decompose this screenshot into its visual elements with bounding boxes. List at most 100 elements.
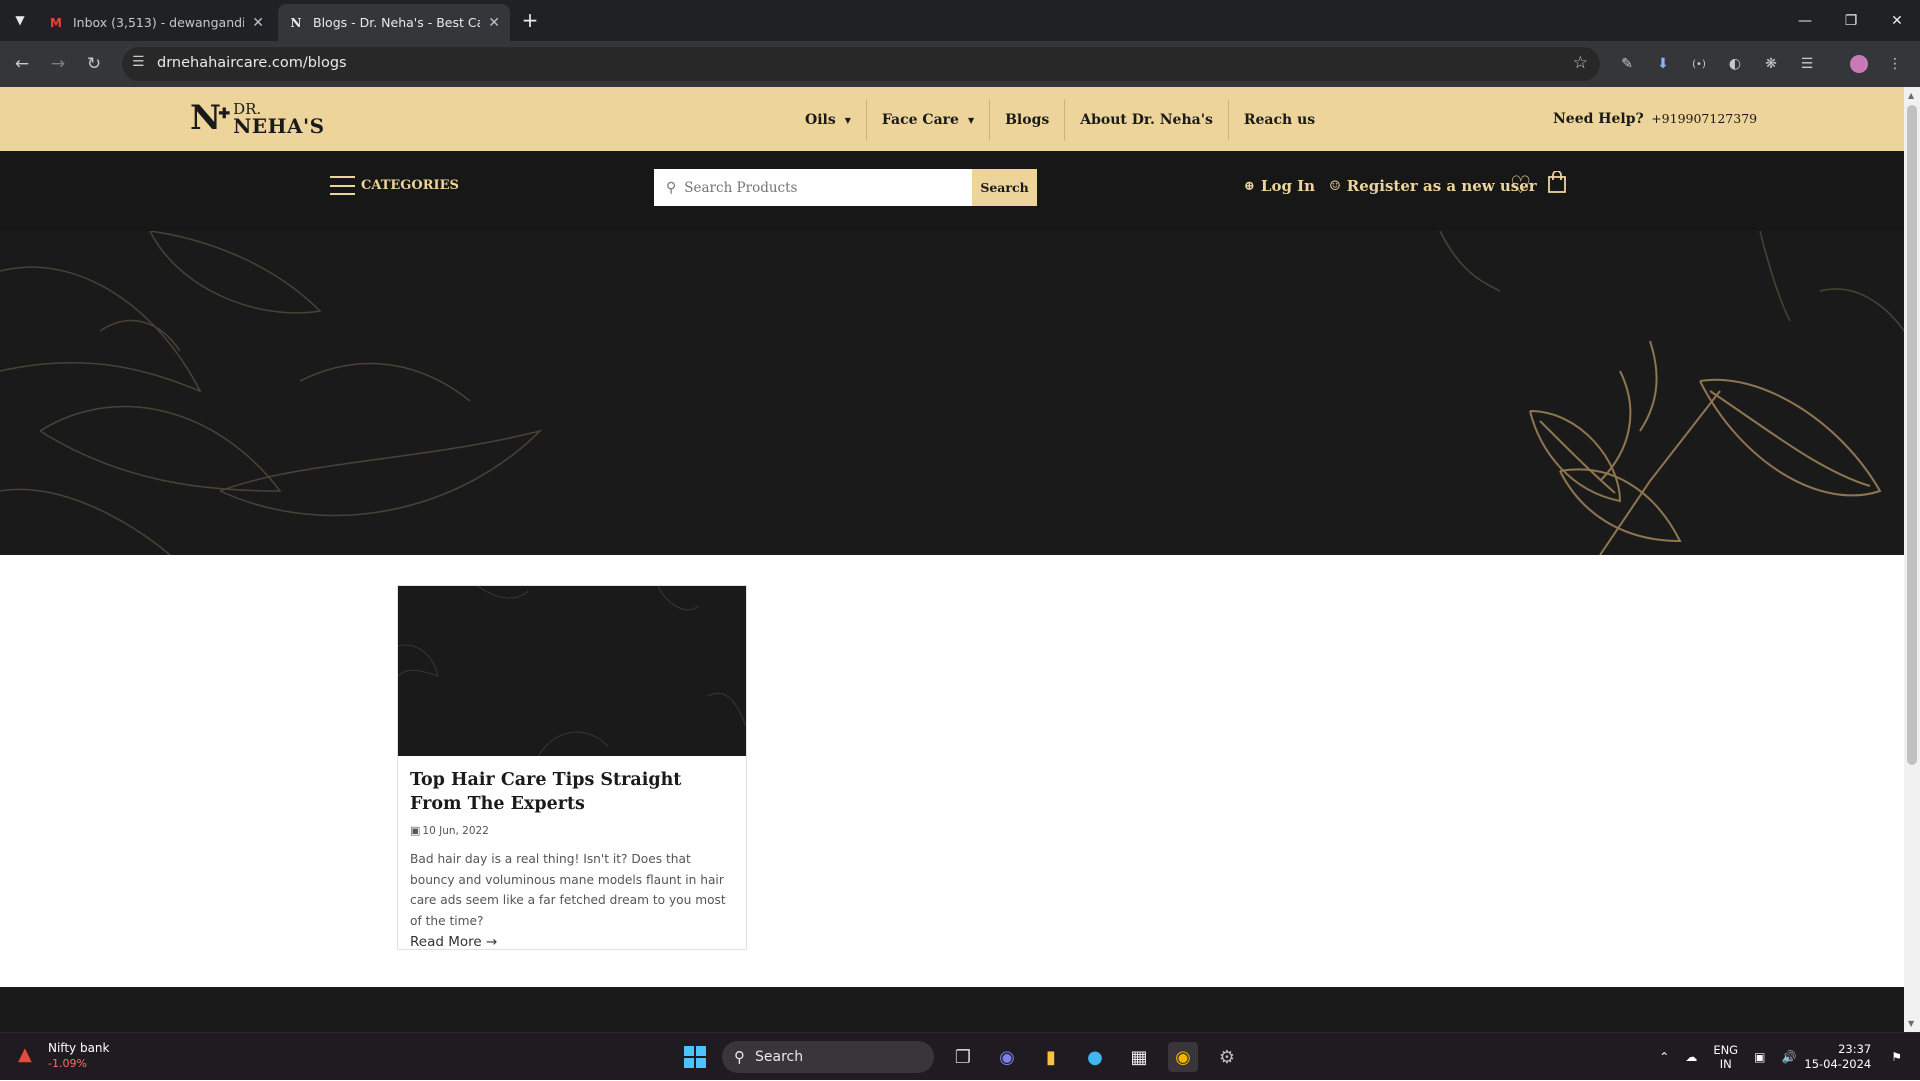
nav-about[interactable]: About Dr. Neha's [1065,99,1229,141]
login-icon: ⊕ [1244,178,1255,194]
microsoft-store-icon[interactable]: ▦ [1124,1042,1154,1072]
logo-mark: N ✚ [190,98,231,138]
url-text[interactable]: drnehahaircare.com/blogs [157,55,347,71]
caret-down-icon: ▼ [844,115,851,125]
top-header: N ✚ DR. NEHA'S Oils ▼ Face Care ▼ Blogs Abo… [0,87,1904,151]
caret-down-icon: ▼ [967,115,975,125]
start-windows-icon[interactable] [680,1042,710,1072]
dark-mode-extension-icon[interactable]: ◐ [1724,53,1746,75]
read-more-link[interactable]: Read More → [410,934,497,950]
widget-name: Nifty bank [48,1041,110,1055]
scrollbar-thumb[interactable] [1907,105,1917,765]
bookmark-star-icon[interactable]: ☆ [1573,53,1588,73]
taskbar-search-label: Search [755,1049,804,1065]
need-help-label: Need Help? [1553,111,1644,127]
drneha-icon: N [290,15,302,30]
footer [0,987,1904,1032]
product-search: ⚲ Search [654,169,1037,206]
download-extension-icon[interactable]: ⬇ [1652,53,1674,75]
tab-blogs[interactable]: N Blogs - Dr. Neha's - Best Care P ✕ [278,4,510,41]
stock-widget[interactable]: ▲ Nifty bank -1.09% [18,1041,109,1071]
tab-gmail[interactable]: M Inbox (3,513) - dewangandipen ✕ [38,4,274,41]
clock[interactable]: 23:37 15-04-2024 [1804,1042,1871,1072]
categories-label: CATEGORIES [361,178,459,193]
categories-menu-button[interactable]: CATEGORIES [330,176,459,195]
blog-list: Top Hair Care Tips Straight From The Exp… [0,555,1904,1032]
back-button[interactable]: ← [8,50,36,78]
register-link[interactable]: Register as a new user [1347,177,1537,195]
new-tab-button[interactable]: + [516,6,544,34]
search-icon: ⚲ [666,179,677,196]
tab-search-button[interactable]: ▼ [6,6,34,34]
hero-banner [0,231,1904,555]
settings-extension-icon[interactable]: ❋ [1760,53,1782,75]
profile-avatar[interactable] [1850,55,1868,73]
stock-chart-icon: ▲ [18,1044,32,1065]
windows-taskbar: ▲ Nifty bank -1.09% ⚲ Search ❐ ◉ ▮ ● ▦ ◉… [0,1032,1920,1080]
chrome-icon[interactable]: ◉ [1168,1042,1198,1072]
tab-title: Blogs - Dr. Neha's - Best Care P [313,15,480,30]
blog-card[interactable]: Top Hair Care Tips Straight From The Exp… [397,585,747,950]
address-bar[interactable]: ☰ drnehahaircare.com/blogs ☆ [122,47,1600,81]
extensions-puzzle-icon[interactable]: ☰ [1796,53,1818,75]
settings-gear-icon[interactable]: ⚙ [1212,1042,1242,1072]
main-navigation: Oils ▼ Face Care ▼ Blogs About Dr. Neha's … [790,99,1330,141]
chevron-up-icon[interactable]: ⌃ [1659,1050,1669,1064]
search-input[interactable] [684,179,965,196]
nav-face-care[interactable]: Face Care ▼ [867,99,991,141]
browser-toolbar: ← → ↻ ☰ drnehahaircare.com/blogs ☆ ✎ ⬇ (… [0,41,1920,87]
minimize-button[interactable]: — [1782,0,1828,41]
browser-tab-strip: ▼ M Inbox (3,513) - dewangandipen ✕ N Bl… [0,0,1920,41]
scroll-up-icon[interactable]: ▲ [1908,91,1914,100]
need-help: Need Help? +919907127379 [1553,111,1757,127]
register-icon: ☺ [1329,178,1341,194]
network-icon[interactable]: ▣ [1754,1050,1765,1064]
blog-date: ▣ 10 Jun, 2022 [410,824,489,837]
leaf-pattern-decoration [0,231,1904,555]
help-phone-link[interactable]: +919907127379 [1651,111,1757,126]
blog-title[interactable]: Top Hair Care Tips Straight From The Exp… [410,768,734,816]
edge-browser-icon[interactable]: ● [1080,1042,1110,1072]
scroll-down-icon[interactable]: ▼ [1908,1019,1914,1028]
eyedropper-extension-icon[interactable]: ✎ [1616,53,1638,75]
nav-reach-us[interactable]: Reach us [1229,99,1330,141]
forward-button[interactable]: → [44,50,72,78]
leaf-pattern-decoration [398,586,746,756]
account-links: ⊕ Log In ☺ Register as a new user [1244,177,1537,195]
reload-button[interactable]: ↻ [80,50,108,78]
hamburger-icon [330,176,355,195]
file-explorer-icon[interactable]: ▮ [1036,1042,1066,1072]
task-view-icon[interactable]: ❐ [948,1042,978,1072]
widget-change: -1.09% [48,1057,87,1070]
blog-excerpt: Bad hair day is a real thing! Isn't it? … [410,852,726,928]
close-icon[interactable]: ✕ [252,15,264,31]
blog-thumbnail[interactable] [398,586,746,756]
taskbar-search[interactable]: ⚲ Search [722,1041,934,1073]
teams-chat-icon[interactable]: ◉ [992,1042,1022,1072]
wishlist-heart-icon[interactable]: ♡ [1510,171,1532,199]
site-logo[interactable]: N ✚ DR. NEHA'S [190,98,325,138]
search-field[interactable]: ⚲ [654,169,972,206]
close-window-button[interactable]: ✕ [1874,0,1920,41]
page-scrollbar[interactable]: ▲ ▼ [1904,87,1920,1032]
language-indicator[interactable]: ENG IN [1713,1043,1738,1071]
calendar-icon: ▣ [410,824,421,837]
extension-icon[interactable]: (•) [1688,53,1710,75]
nav-blogs[interactable]: Blogs [990,99,1066,141]
logo-text: DR. NEHA'S [233,100,325,138]
nav-oils[interactable]: Oils ▼ [790,99,867,141]
restore-button[interactable]: ❐ [1828,0,1874,41]
system-tray: ⌃ ☁ ENG IN ▣ 🔊 23:37 15-04-2024 ⚑ [1651,1033,1910,1081]
browser-menu-icon[interactable]: ⋮ [1884,53,1906,75]
site-info-icon[interactable]: ☰ [132,54,145,70]
close-icon[interactable]: ✕ [488,15,500,31]
tab-title: Inbox (3,513) - dewangandipen [73,15,245,30]
gmail-icon: M [50,15,62,30]
shopping-bag-icon[interactable] [1548,171,1566,193]
volume-icon[interactable]: 🔊 [1781,1050,1796,1064]
onedrive-cloud-icon[interactable]: ☁ [1685,1050,1697,1064]
search-button[interactable]: Search [972,169,1037,206]
search-icon: ⚲ [734,1048,745,1066]
login-link[interactable]: Log In [1261,177,1315,195]
notification-bell-icon[interactable]: ⚑ [1891,1050,1902,1064]
